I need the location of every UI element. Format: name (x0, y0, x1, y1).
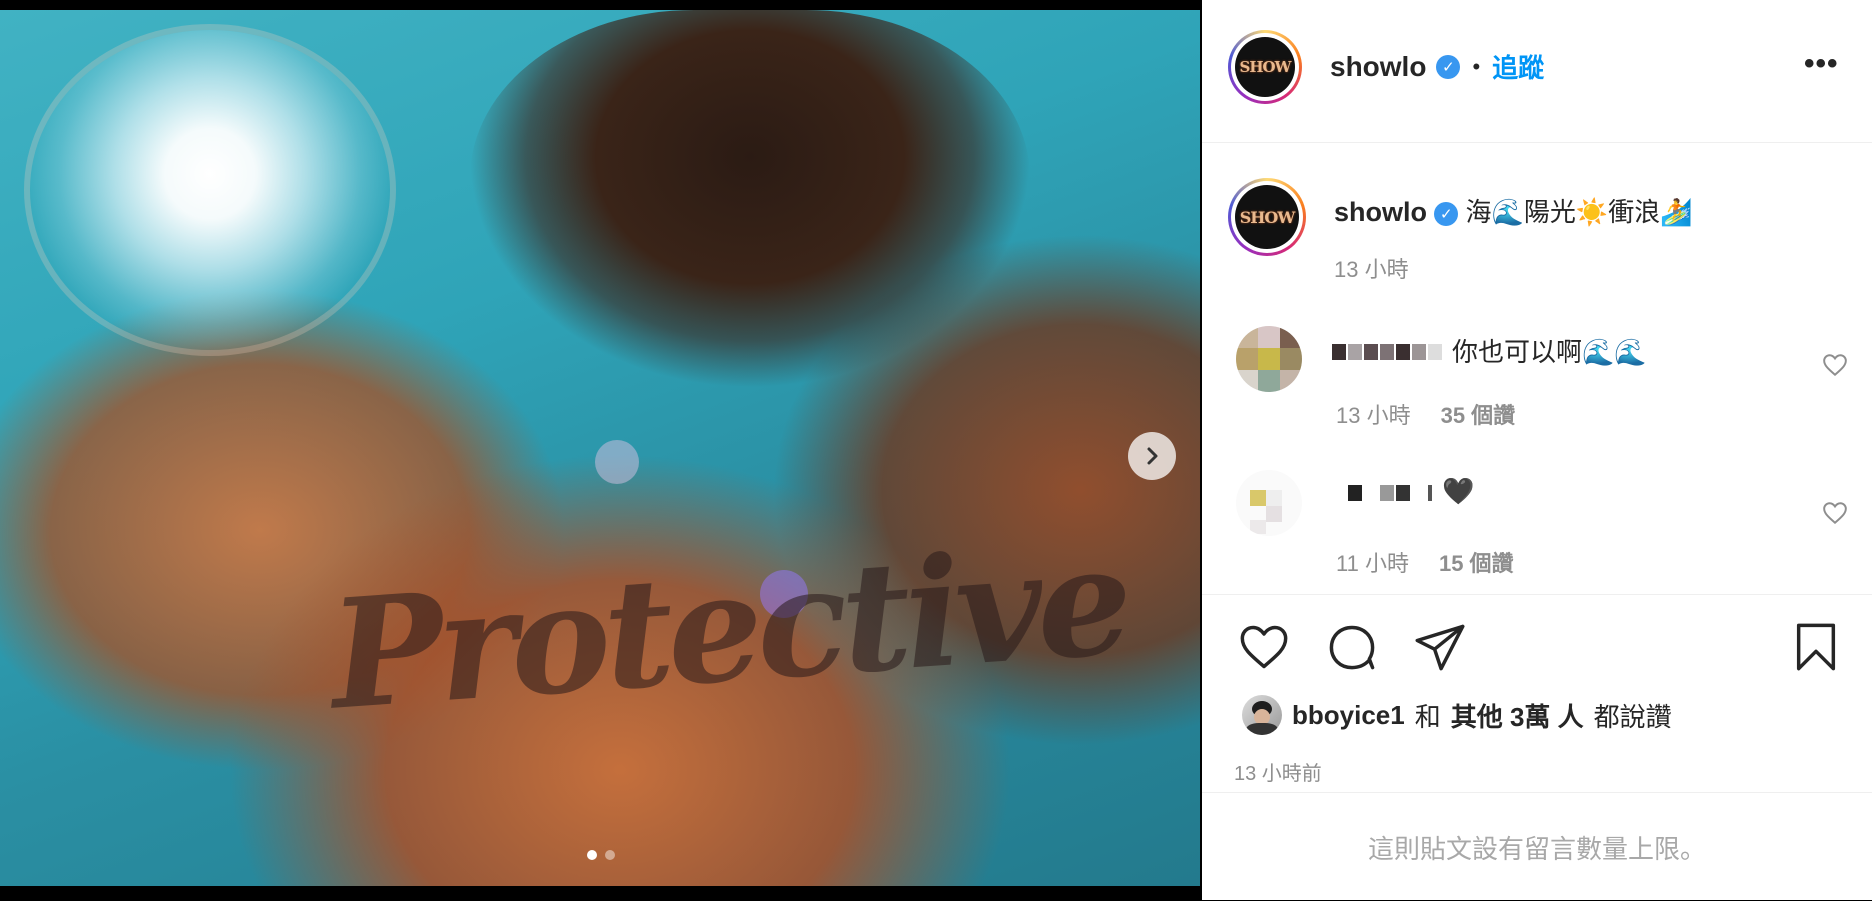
carousel-dot-active (587, 850, 597, 860)
post-media: Protective (0, 0, 1200, 900)
commenter-username-redacted[interactable] (1348, 476, 1434, 507)
avatar-logo: SHOW (1235, 37, 1295, 97)
liked-by-suffix: 都說讚 (1593, 701, 1672, 732)
commenter-avatar[interactable] (1236, 326, 1302, 392)
bookmark-icon[interactable] (1790, 621, 1842, 673)
comment-time[interactable]: 11 小時 (1336, 546, 1409, 578)
comment-time[interactable]: 13 小時 (1336, 398, 1411, 430)
carousel-dot (605, 850, 615, 860)
post-side-panel: SHOW showlo ✓ • 追蹤 ••• SHOW showlo ✓ 海🌊陽… (1202, 0, 1872, 900)
more-options-icon[interactable]: ••• (1804, 49, 1839, 79)
next-arrow-icon (1147, 447, 1158, 465)
back-tattoo: Protective (324, 512, 1132, 744)
verified-badge-icon: ✓ (1434, 202, 1459, 227)
comment-likes[interactable]: 35 個讚 (1441, 398, 1516, 430)
comment-likes[interactable]: 15 個讚 (1439, 546, 1514, 578)
hair (470, 10, 1030, 430)
comment-body: 🖤 (1348, 476, 1474, 507)
comment-meta: 11 小時 15 個讚 (1336, 546, 1514, 578)
profile-username[interactable]: showlo (1330, 51, 1426, 83)
comment-body: 你也可以啊🌊🌊 (1332, 332, 1647, 369)
share-icon[interactable] (1414, 621, 1466, 673)
verified-badge-icon: ✓ (1436, 54, 1461, 79)
next-slide-button[interactable] (1128, 432, 1176, 480)
caption-avatar[interactable]: SHOW (1228, 178, 1306, 256)
caption-text: 海🌊陽光☀️衝浪🏄 (1465, 197, 1693, 227)
comments-limited-notice: 這則貼文設有留言數量上限。 (1202, 792, 1872, 901)
liker-username[interactable]: bboyice1 (1292, 700, 1405, 731)
liker-avatar[interactable] (1242, 695, 1282, 735)
lens-flare (595, 440, 639, 484)
liked-by-summary: bboyice1 和 其他 3萬 人 都說讚 (1242, 695, 1672, 735)
comment-text: 🖤 (1442, 476, 1475, 506)
comment-meta: 13 小時 35 個讚 (1336, 398, 1515, 430)
liked-by-others[interactable]: 其他 3萬 人 (1451, 697, 1584, 734)
post-timestamp[interactable]: 13 小時前 (1234, 757, 1322, 786)
post-photo[interactable]: Protective (0, 10, 1200, 886)
caption-username[interactable]: showlo (1334, 197, 1427, 227)
commenter-avatar[interactable] (1236, 470, 1302, 536)
comment-text: 你也可以啊🌊🌊 (1452, 337, 1647, 367)
caption-text-line: showlo ✓ 海🌊陽光☀️衝浪🏄 (1334, 192, 1693, 229)
separator-dot: • (1472, 53, 1481, 79)
comment-icon[interactable] (1326, 621, 1378, 673)
caption-avatar-logo: SHOW (1235, 185, 1299, 249)
comment-like-heart-icon[interactable] (1822, 500, 1848, 526)
liked-by-and: 和 (1414, 701, 1441, 732)
commenter-username-redacted[interactable] (1332, 335, 1444, 366)
heart-icon[interactable] (1238, 621, 1290, 673)
follow-button[interactable]: 追蹤 (1492, 48, 1544, 85)
sun-glare (30, 30, 390, 350)
comment-like-heart-icon[interactable] (1822, 352, 1848, 378)
post-header: SHOW showlo ✓ • 追蹤 ••• (1202, 0, 1872, 143)
carousel-indicator (587, 850, 615, 860)
post-actions: bboyice1 和 其他 3萬 人 都說讚 13 小時前 (1202, 594, 1872, 795)
profile-avatar[interactable]: SHOW (1228, 30, 1302, 104)
caption-time[interactable]: 13 小時 (1334, 252, 1409, 284)
